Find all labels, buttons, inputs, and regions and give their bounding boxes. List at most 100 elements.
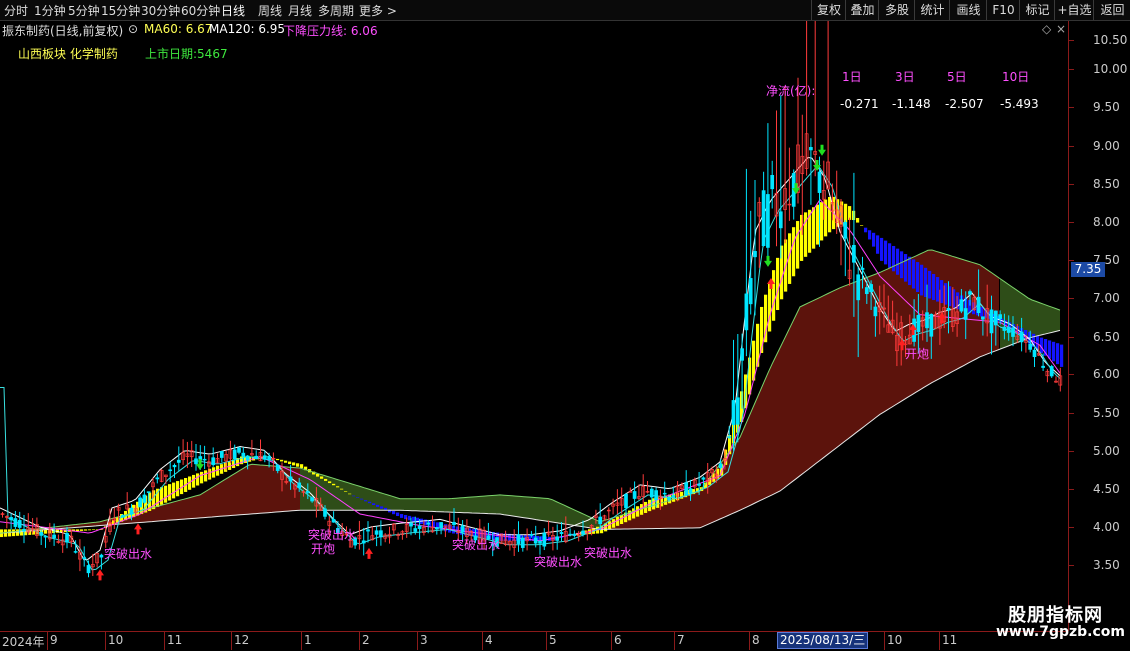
candlestick — [555, 524, 560, 550]
band-bar — [860, 225, 864, 226]
candlestick — [155, 473, 160, 484]
candlestick — [112, 507, 117, 530]
band-bar — [392, 510, 396, 515]
candlestick — [1054, 376, 1058, 383]
buy-signal-icon — [96, 569, 104, 581]
band-bar — [884, 240, 888, 265]
band-bar — [928, 270, 932, 299]
date-tick-mark — [417, 632, 418, 650]
signal-label: 突破出水 — [308, 527, 356, 542]
buy-signal-icon — [134, 523, 142, 535]
band-bar — [904, 254, 908, 282]
signal-label: 突破出水 — [452, 537, 500, 552]
toolbar-button[interactable]: 画线 — [949, 0, 987, 20]
period-tab[interactable]: 周线 — [258, 2, 282, 19]
candlestick — [512, 529, 517, 556]
price-tick-mark — [1069, 451, 1074, 452]
toolbar-button[interactable]: 复权 — [811, 0, 846, 20]
candlestick — [641, 474, 646, 507]
band-bar — [16, 529, 20, 536]
price-tick-mark — [1069, 565, 1074, 566]
candlestick — [39, 530, 44, 546]
price-tick: 4.50 — [1093, 482, 1120, 496]
price-tick: 9.50 — [1093, 100, 1120, 114]
band-bar — [936, 277, 940, 302]
toolbar-button[interactable]: +自选 — [1054, 0, 1094, 20]
band-bar — [336, 486, 340, 488]
candlestick — [400, 530, 405, 540]
date-tick: 9 — [50, 633, 58, 647]
candlestick — [142, 488, 147, 504]
toolbar-button[interactable]: 标记 — [1019, 0, 1055, 20]
signal-label: 突破出水 — [584, 545, 632, 560]
band-bar — [380, 506, 384, 509]
band-bar — [344, 491, 348, 492]
candlestick — [219, 450, 224, 463]
band-bar — [328, 481, 332, 484]
toolbar-button[interactable]: 叠加 — [845, 0, 879, 20]
candlestick — [542, 528, 547, 551]
candlestick — [520, 536, 525, 552]
toolbar-button[interactable]: 统计 — [914, 0, 950, 20]
band-bar — [888, 243, 892, 268]
kline-chart[interactable]: 突破出水开炮突破出水突破出水突破出水突破出水开炮 — [0, 21, 1068, 631]
date-tick: 2024年 — [2, 635, 45, 649]
candlestick — [396, 532, 400, 540]
period-tab[interactable]: 30分钟 — [141, 2, 180, 19]
period-tab[interactable]: 分时 — [4, 2, 28, 19]
price-tick: 10.00 — [1093, 62, 1128, 76]
date-tick-mark — [47, 632, 48, 650]
sell-signal-icon — [818, 144, 826, 156]
band-bar — [376, 504, 380, 507]
band-bar — [768, 282, 772, 332]
candlestick — [753, 180, 757, 316]
period-tab[interactable]: 5分钟 — [68, 2, 100, 19]
date-tick-mark — [749, 632, 750, 650]
candlestick — [35, 517, 39, 539]
period-tab[interactable]: 1分钟 — [34, 2, 66, 19]
date-tick-mark — [546, 632, 547, 650]
date-tick: 6 — [614, 633, 622, 647]
band-bar — [1052, 341, 1056, 362]
band-bar — [400, 514, 404, 518]
candlestick — [194, 444, 198, 471]
price-tick-mark — [1069, 107, 1074, 108]
period-tab[interactable]: 多周期 — [318, 2, 354, 19]
band-bar — [200, 471, 204, 484]
net-flow-period: 10日 — [1002, 70, 1030, 84]
period-tab-active[interactable]: 日线 — [221, 2, 245, 19]
price-tick-mark — [1069, 69, 1074, 70]
price-tick-mark — [1069, 184, 1074, 185]
period-tab[interactable]: 15分钟 — [101, 2, 140, 19]
band-bar — [292, 462, 296, 466]
candlestick — [215, 453, 220, 464]
band-bar — [1060, 344, 1064, 367]
period-tab[interactable]: 更多 > — [359, 2, 397, 19]
date-tick: 12 — [234, 633, 250, 647]
candlestick — [176, 446, 181, 471]
toolbar-button[interactable]: F10 — [986, 0, 1020, 20]
price-tick-mark — [1069, 298, 1074, 299]
band-bar — [920, 264, 924, 296]
band-bar — [300, 464, 304, 469]
date-tick-mark — [939, 632, 940, 650]
band-bar — [896, 248, 900, 275]
candlestick — [585, 530, 590, 541]
candlestick — [1045, 369, 1050, 383]
toolbar-button[interactable]: 返回 — [1093, 0, 1130, 20]
period-tab[interactable]: 60分钟 — [181, 2, 220, 19]
candlestick — [761, 171, 766, 247]
band-bar — [980, 306, 984, 317]
band-bar — [356, 497, 360, 498]
band-bar — [372, 503, 376, 505]
candlestick — [159, 469, 164, 483]
price-tick: 8.00 — [1093, 215, 1120, 229]
price-tick-mark — [1069, 374, 1074, 375]
period-tab[interactable]: 月线 — [288, 2, 312, 19]
price-axis: 10.50 10.00 9.50 9.00 8.50 8.00 7.50 7.00 6.50 6.… — [1068, 21, 1130, 631]
toolbar-button[interactable]: 多股 — [878, 0, 915, 20]
band-bar — [172, 482, 176, 499]
band-bar — [348, 493, 352, 495]
candlestick — [439, 522, 443, 535]
candlestick — [86, 560, 91, 578]
